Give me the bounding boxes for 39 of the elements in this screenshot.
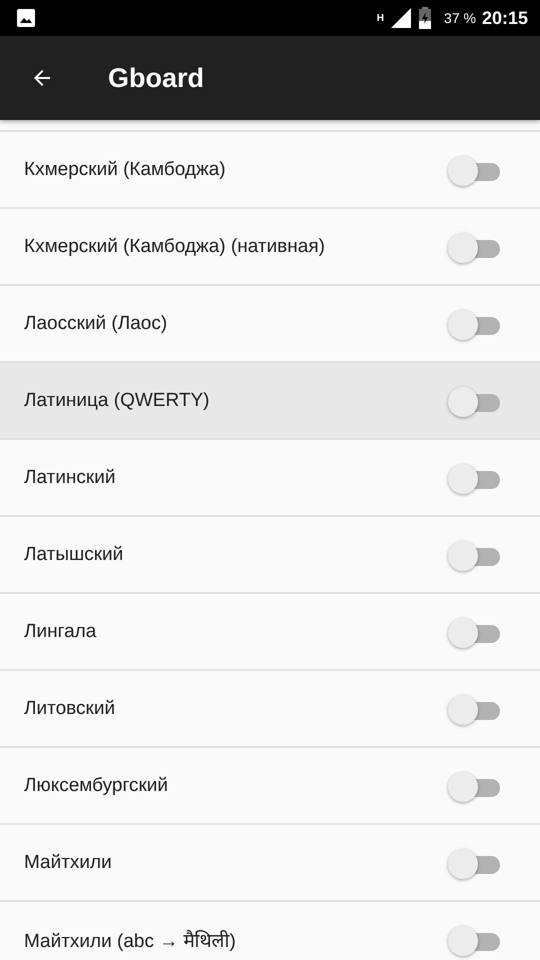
- language-item[interactable]: Люксембургский: [0, 748, 540, 825]
- toggle-switch[interactable]: [448, 232, 500, 260]
- battery-icon: [418, 7, 432, 29]
- toggle-switch[interactable]: [448, 156, 500, 184]
- language-name: Латышский: [24, 544, 124, 566]
- toggle-switch[interactable]: [448, 386, 500, 414]
- language-name: Люксембургский: [24, 774, 168, 796]
- language-item[interactable]: Латышский: [0, 517, 540, 594]
- toggle-switch[interactable]: [448, 310, 500, 338]
- language-name: Майтхили: [24, 852, 112, 874]
- language-name: Кхмерский (Камбоджа) (нативная): [24, 236, 325, 258]
- signal-icon: [390, 7, 412, 29]
- language-item[interactable]: Латиница (QWERTY): [0, 363, 540, 440]
- language-item[interactable]: Кхмерский (Камбоджа) (нативная): [0, 209, 540, 286]
- screen-title: Gboard: [108, 62, 204, 94]
- language-item[interactable]: Лингала: [0, 594, 540, 671]
- language-name: Майтхили (abc → मैथिली): [24, 929, 236, 952]
- toggle-switch[interactable]: [448, 540, 500, 568]
- language-name: Латинский: [24, 466, 116, 488]
- toggle-switch[interactable]: [448, 848, 500, 876]
- language-item[interactable]: Майтхили: [0, 825, 540, 902]
- toggle-switch[interactable]: [448, 772, 500, 800]
- clock: 20:15: [482, 8, 528, 28]
- language-name: Кхмерский (Камбоджа): [24, 158, 226, 180]
- image-icon: [16, 8, 36, 28]
- language-item[interactable]: Кхмерский (Камбоджа): [0, 132, 540, 209]
- network-type: H: [376, 13, 384, 24]
- language-name: Литовский: [24, 698, 116, 720]
- language-name: Лаосский (Лаос): [24, 312, 168, 334]
- toggle-switch[interactable]: [448, 464, 500, 492]
- battery-level: 37 %: [444, 10, 476, 26]
- language-item[interactable]: Литовский: [0, 671, 540, 748]
- language-item[interactable]: Латинский: [0, 440, 540, 517]
- toggle-switch[interactable]: [448, 618, 500, 646]
- language-name: Лингала: [24, 620, 96, 642]
- language-item[interactable]: Майтхили (abc → मैथिली): [0, 902, 540, 960]
- toggle-switch[interactable]: [448, 926, 500, 954]
- language-name: Латиница (QWERTY): [24, 390, 210, 412]
- toggle-switch[interactable]: [448, 694, 500, 722]
